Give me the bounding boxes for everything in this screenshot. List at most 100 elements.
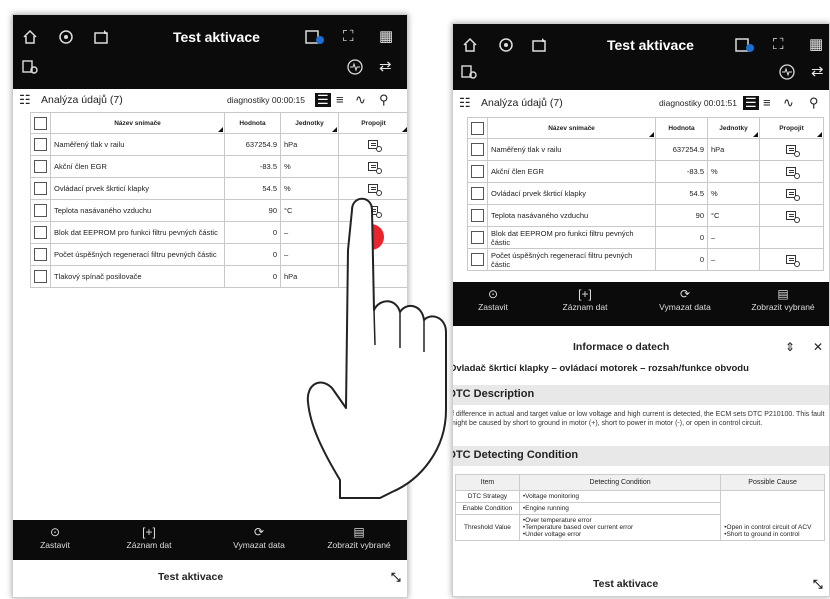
- row-checkbox[interactable]: [30, 199, 51, 222]
- link-data-icon[interactable]: [785, 254, 800, 267]
- select-all-cell[interactable]: [30, 112, 51, 134]
- select-all-cell[interactable]: [467, 117, 488, 139]
- link-data-icon[interactable]: [367, 161, 382, 174]
- link-cell[interactable]: [759, 204, 824, 227]
- list-view-icon[interactable]: ☰: [315, 93, 331, 107]
- vci-icon[interactable]: [735, 37, 755, 53]
- close-icon[interactable]: ✕: [813, 340, 823, 354]
- text-view-icon[interactable]: ≡: [763, 96, 771, 110]
- edit-list-icon[interactable]: ☷: [459, 96, 471, 110]
- link-data-icon[interactable]: [785, 188, 800, 201]
- row-checkbox[interactable]: [467, 204, 488, 227]
- link-data-icon[interactable]: [367, 183, 382, 196]
- search-icon[interactable]: ⚲: [379, 93, 389, 107]
- link-cell[interactable]: [759, 182, 824, 205]
- record-data-button[interactable]: [+] Záznam dat: [545, 287, 625, 312]
- header-link[interactable]: Propojit: [338, 112, 407, 134]
- link-cell[interactable]: [759, 138, 824, 161]
- table-row[interactable]: Teplota nasávaného vzduchu 90 °C: [30, 199, 407, 222]
- table-row[interactable]: Ovládací prvek škrticí klapky 54.5%: [30, 177, 407, 200]
- header-value[interactable]: Hodnota: [655, 117, 708, 139]
- link-cell[interactable]: [338, 133, 407, 156]
- stop-button[interactable]: ⊙ Zastavit: [453, 287, 533, 312]
- fullscreen-icon[interactable]: ⛶: [773, 37, 784, 52]
- header-units[interactable]: Jednotky: [280, 112, 339, 134]
- header-name[interactable]: Název snímače: [50, 112, 225, 134]
- header-link[interactable]: Propojit: [759, 117, 824, 139]
- table-row[interactable]: Akční člen EGR -83.5%: [467, 160, 824, 183]
- graph-view-icon[interactable]: ∿: [783, 96, 794, 110]
- sensor-value: 0: [224, 265, 281, 288]
- table-row[interactable]: Tlakový spínač posilovače 0 hPa: [30, 265, 407, 288]
- stop-button[interactable]: ⊙ Zastavit: [15, 525, 95, 550]
- link-cell[interactable]: [338, 155, 407, 178]
- settings-car-icon[interactable]: [461, 64, 477, 80]
- show-selected-button[interactable]: ▤ Zobrazit vybrané: [313, 525, 405, 550]
- vehicle-icon[interactable]: [57, 29, 75, 45]
- row-checkbox[interactable]: [30, 177, 51, 200]
- table-row[interactable]: Teplota nasávaného vzduchu 90 °C: [467, 204, 824, 227]
- settings-car-icon[interactable]: [22, 59, 38, 75]
- clear-data-button[interactable]: ⟳ Vymazat data: [219, 525, 299, 550]
- expand-icon[interactable]: ⇕: [785, 340, 795, 354]
- link-data-icon[interactable]: [367, 139, 382, 152]
- row-checkbox[interactable]: [467, 182, 488, 205]
- row-checkbox[interactable]: [467, 160, 488, 183]
- link-cell[interactable]: [759, 160, 824, 183]
- home-icon[interactable]: [462, 37, 478, 53]
- row-checkbox[interactable]: [467, 248, 488, 271]
- row-checkbox[interactable]: [30, 243, 51, 266]
- sensor-unit: %: [280, 155, 339, 178]
- header-units[interactable]: Jednotky: [707, 117, 760, 139]
- table-row[interactable]: Akční člen EGR -83.5%: [30, 155, 407, 178]
- diagnostic-timer: diagnostiky 00:00:15: [227, 95, 305, 105]
- row-checkbox[interactable]: [30, 221, 51, 244]
- swap-icon[interactable]: ⇄: [811, 64, 824, 79]
- link-cell[interactable]: [759, 248, 824, 271]
- home-icon[interactable]: [22, 29, 38, 45]
- link-cell[interactable]: [338, 177, 407, 200]
- link-data-icon[interactable]: [367, 205, 382, 218]
- link-cell[interactable]: [338, 199, 407, 222]
- vci-icon[interactable]: [305, 29, 325, 45]
- table-row[interactable]: Blok dat EEPROM pro funkci filtru pevnýc…: [30, 221, 407, 244]
- row-checkbox[interactable]: [30, 265, 51, 288]
- grid-icon[interactable]: ▦: [809, 37, 823, 52]
- edit-list-icon[interactable]: ☷: [19, 93, 31, 107]
- row-checkbox[interactable]: [467, 138, 488, 161]
- diagnostic-timer: diagnostiky 00:01:51: [659, 98, 737, 108]
- sensor-unit: °C: [280, 199, 339, 222]
- list-view-icon[interactable]: ☰: [743, 96, 759, 110]
- fullscreen-icon[interactable]: ⛶: [343, 29, 354, 44]
- waveform-icon[interactable]: [779, 64, 795, 80]
- table-row[interactable]: Naměřený tlak v railu 637254.9 hPa: [30, 133, 407, 156]
- table-row[interactable]: Blok dat EEPROM pro funkci filtru pevnýc…: [467, 226, 824, 249]
- table-row[interactable]: Počet úspěšných regenerací filtru pevnýc…: [30, 243, 407, 266]
- grid-icon[interactable]: ▦: [379, 29, 393, 44]
- table-row[interactable]: Ovládací prvek škrticí klapky 54.5%: [467, 182, 824, 205]
- clear-data-button[interactable]: ⟳ Vymazat data: [645, 287, 725, 312]
- record-data-button[interactable]: [+] Záznam dat: [109, 525, 189, 550]
- shrink-icon[interactable]: ⤡: [391, 570, 401, 585]
- row-checkbox[interactable]: [467, 226, 488, 249]
- upload-icon[interactable]: [531, 37, 549, 53]
- swap-icon[interactable]: ⇄: [379, 59, 392, 74]
- text-view-icon[interactable]: ≡: [336, 93, 344, 107]
- table-row[interactable]: Počet úspěšných regenerací filtru pevnýc…: [467, 248, 824, 271]
- search-icon[interactable]: ⚲: [809, 96, 819, 110]
- link-data-icon[interactable]: [785, 144, 800, 157]
- row-checkbox[interactable]: [30, 155, 51, 178]
- header-value[interactable]: Hodnota: [224, 112, 281, 134]
- waveform-icon[interactable]: [347, 59, 363, 75]
- show-selected-button[interactable]: ▤ Zobrazit vybrané: [737, 287, 829, 312]
- header-name[interactable]: Název snímače: [487, 117, 656, 139]
- link-data-icon[interactable]: [785, 210, 800, 223]
- sensor-unit: °C: [707, 204, 760, 227]
- row-checkbox[interactable]: [30, 133, 51, 156]
- shrink-icon[interactable]: ⤡: [813, 577, 823, 592]
- graph-view-icon[interactable]: ∿: [355, 93, 366, 107]
- upload-icon[interactable]: [93, 29, 111, 45]
- vehicle-icon[interactable]: [497, 37, 515, 53]
- table-row[interactable]: Naměřený tlak v railu 637254.9 hPa: [467, 138, 824, 161]
- link-data-icon[interactable]: [785, 166, 800, 179]
